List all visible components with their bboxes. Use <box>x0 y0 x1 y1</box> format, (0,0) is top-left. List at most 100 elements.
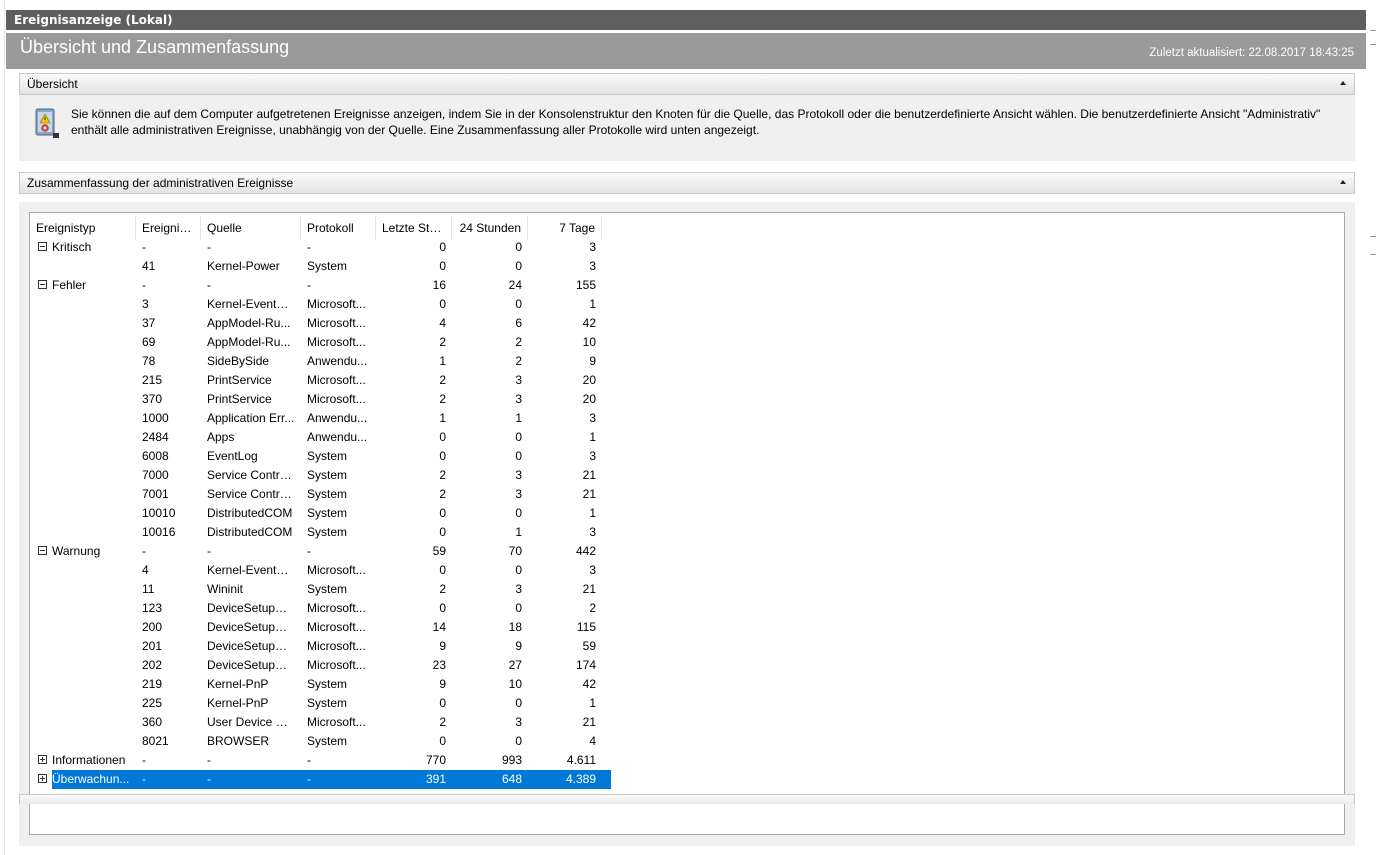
column-header-source[interactable]: Quelle <box>201 216 301 240</box>
cell-event-id: 215 <box>142 373 163 387</box>
table-row[interactable]: 11 Wininit System 2 3 21 <box>30 580 610 599</box>
cell-24h: 0 <box>515 259 522 273</box>
cell-source: - <box>207 772 211 786</box>
expand-icon[interactable] <box>38 755 47 764</box>
collapse-icon[interactable] <box>38 280 47 289</box>
collapse-arrow-icon[interactable] <box>1340 81 1346 85</box>
table-row[interactable]: 215 PrintService Microsoft... 2 3 20 <box>30 371 610 390</box>
cell-log: - <box>307 278 311 292</box>
table-row[interactable]: 7001 Service Contro... System 2 3 21 <box>30 485 610 504</box>
cell-log: - <box>307 753 311 767</box>
table-row-group[interactable]: Kritisch - - - 0 0 3 <box>30 238 610 257</box>
column-header-last-hour[interactable]: Letzte Stu... <box>376 216 452 240</box>
cell-last-hour: 2 <box>439 715 446 729</box>
cell-source: Kernel-Power <box>207 259 280 273</box>
table-row[interactable]: 7000 Service Contro... System 2 3 21 <box>30 466 610 485</box>
cell-7d: 1 <box>589 506 596 520</box>
summary-header-label: Zusammenfassung der administrativen Erei… <box>27 176 294 190</box>
column-header-type[interactable]: Ereignistyp <box>30 216 136 240</box>
column-header-24h[interactable]: 24 Stunden <box>452 216 528 240</box>
cell-event-id: 11 <box>142 582 155 596</box>
column-header-7d[interactable]: 7 Tage <box>528 216 602 240</box>
collapse-arrow-icon[interactable] <box>1340 180 1346 184</box>
cell-log: Anwendu... <box>307 430 368 444</box>
cell-24h: 2 <box>515 354 522 368</box>
cell-last-hour: 9 <box>439 677 446 691</box>
cell-7d: 3 <box>589 240 596 254</box>
cell-7d: 3 <box>589 563 596 577</box>
cell-last-hour: 23 <box>432 658 446 672</box>
summary-grid[interactable]: Ereignistyp Ereignis... Quelle Protokoll… <box>29 212 1345 835</box>
cell-event-type <box>48 561 138 580</box>
table-row[interactable]: 69 AppModel-Ru... Microsoft... 2 2 10 <box>30 333 610 352</box>
table-row[interactable]: 219 Kernel-PnP System 9 10 42 <box>30 675 610 694</box>
cell-event-type: Kritisch <box>52 240 92 254</box>
cell-source: - <box>207 753 211 767</box>
cell-24h: 3 <box>515 487 522 501</box>
table-row[interactable]: 370 PrintService Microsoft... 2 3 20 <box>30 390 610 409</box>
table-row[interactable]: 1000 Application Err... Anwendu... 1 1 3 <box>30 409 610 428</box>
table-row-group[interactable]: Fehler - - - 16 24 155 <box>30 276 610 295</box>
cell-7d: 3 <box>589 449 596 463</box>
cell-24h: 993 <box>501 753 522 767</box>
table-row[interactable]: 37 AppModel-Ru... Microsoft... 4 6 42 <box>30 314 610 333</box>
table-row[interactable]: 202 DeviceSetupM... Microsoft... 23 27 174 <box>30 656 610 675</box>
table-row[interactable]: 2484 Apps Anwendu... 0 0 1 <box>30 428 610 447</box>
table-row[interactable]: 6008 EventLog System 0 0 3 <box>30 447 610 466</box>
collapse-icon[interactable] <box>38 546 47 555</box>
cell-log: System <box>307 696 348 710</box>
cell-log: Microsoft... <box>307 639 366 653</box>
table-row[interactable]: 123 DeviceSetupM... Microsoft... 0 0 2 <box>30 599 610 618</box>
cell-log: System <box>307 259 348 273</box>
table-row[interactable]: 10016 DistributedCOM System 0 1 3 <box>30 523 610 542</box>
table-row[interactable]: 41 Kernel-Power System 0 0 3 <box>30 257 610 276</box>
column-header-event-id[interactable]: Ereignis... <box>136 216 201 240</box>
cell-event-id: 360 <box>142 715 163 729</box>
cell-source: Service Contro... <box>207 468 297 482</box>
cell-7d: 59 <box>582 639 596 653</box>
table-row[interactable]: 10010 DistributedCOM System 0 0 1 <box>30 504 610 523</box>
table-row-group[interactable]: Warnung - - - 59 70 442 <box>30 542 610 561</box>
overview-section-header[interactable]: Übersicht <box>19 73 1355 95</box>
table-row-group[interactable]: Informationen - - - 770 993 4.611 <box>30 751 610 770</box>
table-row[interactable]: 225 Kernel-PnP System 0 0 1 <box>30 694 610 713</box>
cell-log: Anwendu... <box>307 354 368 368</box>
cell-source: DeviceSetupM... <box>207 658 296 672</box>
table-row[interactable]: 8021 BROWSER System 0 0 4 <box>30 732 610 751</box>
cell-log: System <box>307 677 348 691</box>
cell-source: Service Contro... <box>207 487 297 501</box>
table-row[interactable]: 201 DeviceSetupM... Microsoft... 9 9 59 <box>30 637 610 656</box>
table-row[interactable]: 4 Kernel-EventTr... Microsoft... 0 0 3 <box>30 561 610 580</box>
table-row-group[interactable]: Überwachun... - - -391 648 4.389 <box>30 770 611 789</box>
cell-source: EventLog <box>207 449 258 463</box>
cell-event-type <box>48 504 138 523</box>
cell-last-hour: 0 <box>439 696 446 710</box>
cell-7d: 21 <box>582 715 596 729</box>
cell-7d: 21 <box>582 487 596 501</box>
cell-24h: 3 <box>515 373 522 387</box>
cell-event-type <box>48 257 138 276</box>
cell-event-id: 78 <box>142 354 156 368</box>
summary-section-header[interactable]: Zusammenfassung der administrativen Erei… <box>19 172 1355 194</box>
cell-log: Microsoft... <box>307 563 366 577</box>
cell-7d: 1 <box>589 297 596 311</box>
cell-event-type <box>48 314 138 333</box>
cell-event-type <box>48 428 138 447</box>
table-row[interactable]: 78 SideBySide Anwendu... 1 2 9 <box>30 352 610 371</box>
cell-event-id: - <box>142 240 146 254</box>
cell-event-id: 69 <box>142 335 156 349</box>
cell-source: Kernel-PnP <box>207 696 269 710</box>
expand-icon[interactable] <box>38 774 47 783</box>
table-row[interactable]: 3 Kernel-EventTr... Microsoft... 0 0 1 <box>30 295 610 314</box>
table-row[interactable]: 360 User Device Re... Microsoft... 2 3 21 <box>30 713 610 732</box>
cell-7d: 21 <box>582 468 596 482</box>
next-section-header[interactable] <box>19 794 1355 804</box>
table-row[interactable]: 200 DeviceSetupM... Microsoft... 14 18 115 <box>30 618 610 637</box>
cell-24h: 0 <box>515 430 522 444</box>
cell-last-hour: 391 <box>425 772 446 786</box>
cell-event-type: Fehler <box>52 278 87 292</box>
cell-24h: 24 <box>508 278 522 292</box>
collapse-icon[interactable] <box>38 242 47 251</box>
column-header-log[interactable]: Protokoll <box>301 216 376 240</box>
cell-event-id: - <box>142 278 146 292</box>
